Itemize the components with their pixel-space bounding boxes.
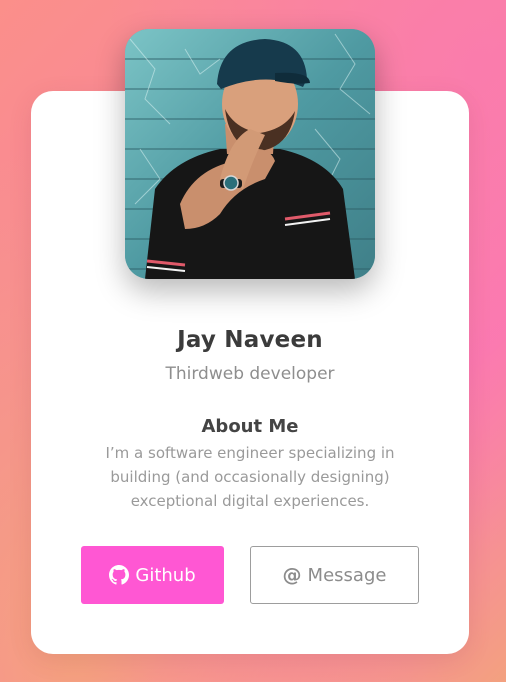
profile-role: Thirdweb developer — [165, 364, 335, 384]
github-label: Github — [135, 564, 196, 586]
at-icon: @ — [282, 564, 302, 586]
profile-name: Jay Naveen — [177, 327, 323, 353]
avatar — [125, 29, 375, 279]
message-label: Message — [307, 564, 387, 586]
message-button[interactable]: @ Message — [250, 546, 419, 604]
github-icon — [109, 565, 130, 585]
avatar-photo — [125, 29, 375, 279]
about-text: I’m a software engineer specializing in … — [105, 444, 395, 510]
about-heading: About Me — [201, 416, 299, 437]
github-button[interactable]: Github — [81, 546, 224, 604]
